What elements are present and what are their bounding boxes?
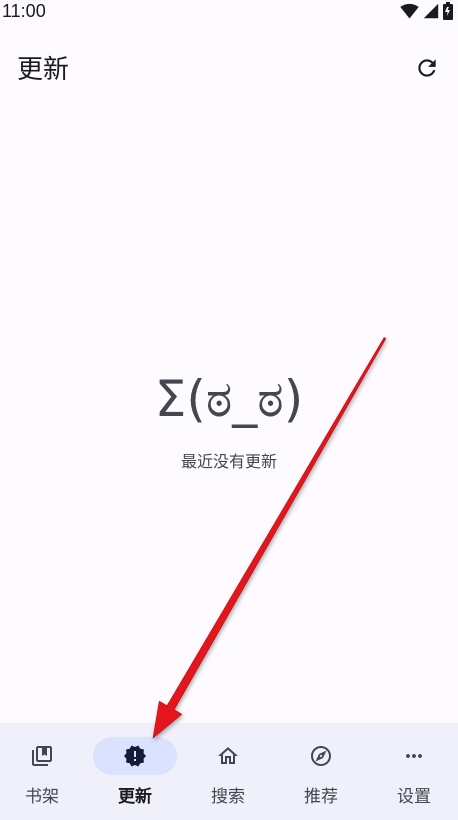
nav-indicator bbox=[186, 737, 270, 775]
bookshelf-icon bbox=[32, 746, 52, 766]
home-icon bbox=[218, 747, 238, 764]
nav-label: 搜索 bbox=[211, 787, 245, 807]
battery-icon bbox=[443, 2, 453, 20]
status-icons bbox=[400, 2, 453, 20]
refresh-icon bbox=[418, 59, 436, 77]
nav-indicator bbox=[279, 737, 363, 775]
new-releases-icon bbox=[124, 745, 146, 767]
wifi-icon bbox=[400, 3, 419, 19]
nav-label: 更新 bbox=[118, 787, 152, 807]
nav-item-settings[interactable]: 设置 bbox=[372, 723, 456, 820]
nav-item-search[interactable]: 搜索 bbox=[186, 723, 270, 820]
empty-state-message: 最近没有更新 bbox=[180, 452, 277, 471]
nav-label: 书架 bbox=[25, 787, 59, 807]
nav-indicator bbox=[0, 737, 84, 775]
nav-indicator bbox=[93, 737, 177, 775]
signal-icon bbox=[423, 3, 439, 19]
nav-indicator bbox=[372, 737, 456, 775]
status-bar: 11:00 bbox=[0, 0, 458, 24]
more-horizontal-icon bbox=[406, 754, 422, 758]
nav-item-updates[interactable]: 更新 bbox=[93, 723, 177, 820]
app-bar: 更新 bbox=[0, 40, 458, 100]
nav-label: 推荐 bbox=[304, 787, 338, 807]
empty-state-face: Σ(ಠ_ಠ) bbox=[154, 370, 304, 428]
nav-label: 设置 bbox=[397, 787, 431, 807]
page-title: 更新 bbox=[17, 55, 70, 85]
nav-item-recommend[interactable]: 推荐 bbox=[279, 723, 363, 820]
nav-item-bookshelf[interactable]: 书架 bbox=[0, 723, 84, 820]
refresh-button[interactable] bbox=[405, 46, 449, 90]
bottom-navigation: 书架 更新 搜索 推荐 设置 bbox=[0, 723, 458, 820]
status-time: 11:00 bbox=[2, 1, 46, 21]
compass-icon bbox=[311, 746, 331, 766]
